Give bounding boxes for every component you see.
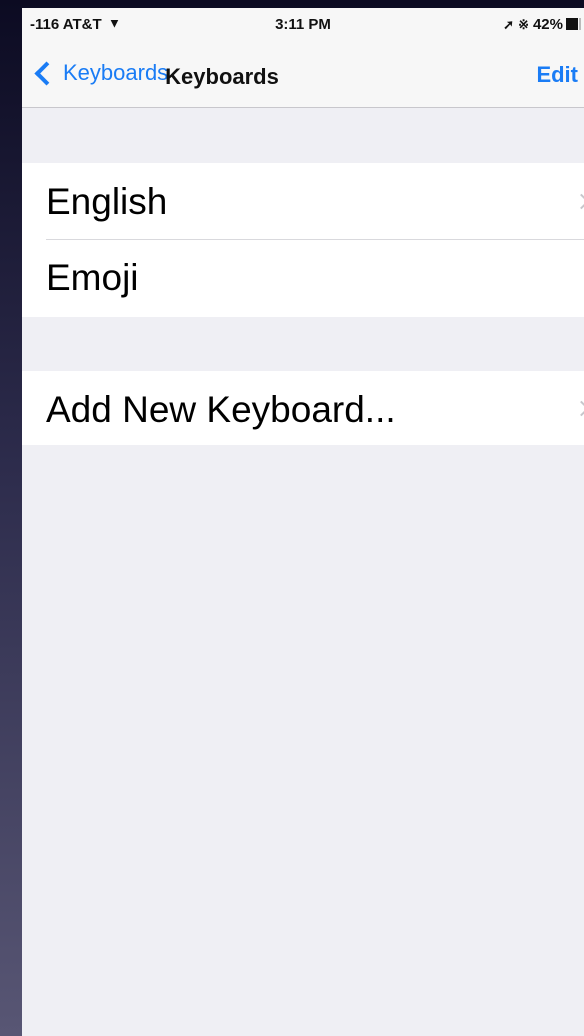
status-bar: -116 AT&T ▲ 3:11 PM ➚ ※ 42% <box>22 8 584 42</box>
bluetooth-icon: ※ <box>518 17 529 32</box>
page-title: Keyboards <box>165 64 279 89</box>
status-time: 3:11 PM <box>275 16 331 33</box>
add-keyboard-label: Add New Keyboard... <box>46 389 396 430</box>
navigation-bar: Keyboards Keyboards Edit <box>22 42 584 108</box>
chevron-right-icon <box>573 400 584 417</box>
chevron-right-icon <box>573 193 584 210</box>
location-arrow-icon: ➚ <box>503 17 515 32</box>
battery-icon <box>566 18 581 30</box>
keyboards-list: English Emoji <box>22 163 584 317</box>
keyboard-label: Emoji <box>46 257 139 298</box>
keyboard-label: English <box>46 181 168 222</box>
add-new-keyboard-row[interactable]: Add New Keyboard... <box>22 371 584 445</box>
status-indicators: ➚ ※ 42% <box>503 16 581 33</box>
keyboard-row-emoji[interactable]: Emoji <box>22 239 584 315</box>
keyboard-row-english[interactable]: English <box>22 163 584 239</box>
edit-button[interactable]: Edit <box>536 62 578 88</box>
add-keyboard-group: Add New Keyboard... <box>22 371 584 445</box>
settings-screen: -116 AT&T ▲ 3:11 PM ➚ ※ 42% Keyboards Keybo… <box>22 8 584 1036</box>
battery-percent: 42% <box>532 16 563 33</box>
